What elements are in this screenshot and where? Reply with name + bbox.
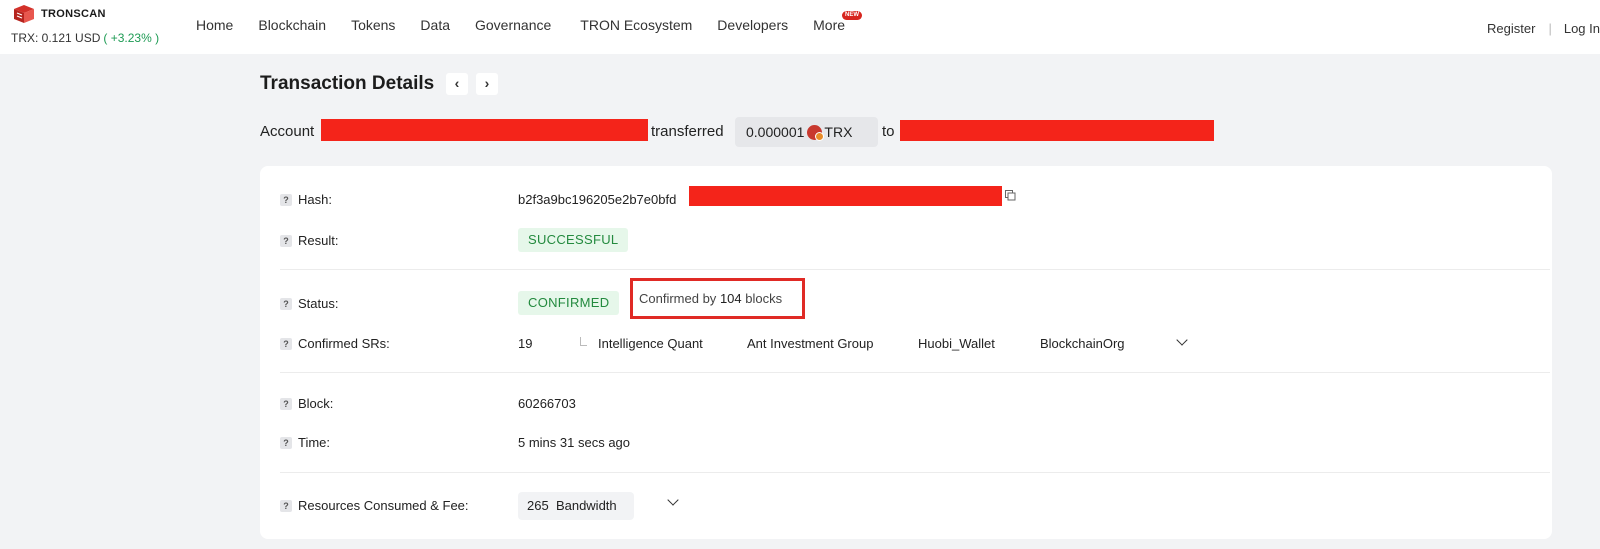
divider xyxy=(280,269,1550,270)
trx-token-icon xyxy=(807,124,825,141)
auth-links: Register | Log In xyxy=(1487,21,1600,36)
hash-value: b2f3a9bc196205e2b7e0bfd xyxy=(518,192,677,207)
trx-price-change: ( +3.23% ) xyxy=(103,31,160,45)
confirmed-srs-row: ? Confirmed SRs: 19 Intelligence Quant A… xyxy=(280,333,1530,355)
help-icon[interactable]: ? xyxy=(280,193,292,206)
nav-home[interactable]: Home xyxy=(196,17,233,33)
sr-item[interactable]: Intelligence Quant xyxy=(598,336,703,351)
block-label-text: Block: xyxy=(298,396,334,411)
help-icon[interactable]: ? xyxy=(280,436,292,449)
account-label: Account xyxy=(260,123,315,140)
next-transaction-button[interactable]: › xyxy=(476,73,498,95)
bandwidth-pill: 265 Bandwidth xyxy=(518,492,634,520)
sr-item[interactable]: Huobi_Wallet xyxy=(918,336,995,351)
resources-label: ? Resources Consumed & Fee: xyxy=(280,498,469,513)
bandwidth-unit: Bandwidth xyxy=(555,498,617,513)
resources-label-text: Resources Consumed & Fee: xyxy=(298,498,469,513)
result-badge: SUCCESSFUL xyxy=(518,228,629,252)
nav-tokens[interactable]: Tokens xyxy=(351,17,395,33)
amount-value: 0.000001 xyxy=(746,124,805,140)
result-label-text: Result: xyxy=(298,233,339,248)
transferred-label: transferred xyxy=(651,123,724,140)
confirmed-srs-label-text: Confirmed SRs: xyxy=(298,336,390,351)
redacted-hash-suffix xyxy=(689,186,1002,206)
amount-pill: 0.000001 TRX xyxy=(735,117,878,147)
transaction-details-card: ? Hash: b2f3a9bc196205e2b7e0bfd ? Result… xyxy=(260,166,1552,539)
confirmed-blocks-count: 104 xyxy=(719,291,742,306)
help-icon[interactable]: ? xyxy=(280,337,292,350)
divider xyxy=(280,372,1550,373)
redacted-recipient-address[interactable] xyxy=(900,120,1214,141)
top-header: TRONSCAN TRX: 0.121 USD( +3.23% ) Home B… xyxy=(0,0,1600,54)
block-value[interactable]: 60266703 xyxy=(518,396,576,411)
status-label-text: Status: xyxy=(298,296,339,311)
time-label: ? Time: xyxy=(280,435,330,450)
copy-icon[interactable] xyxy=(1005,190,1016,201)
result-label: ? Result: xyxy=(280,233,338,248)
help-icon[interactable]: ? xyxy=(280,397,292,410)
sr-item[interactable]: BlockchainOrg xyxy=(1040,336,1125,351)
token-symbol[interactable]: TRX xyxy=(824,124,852,140)
chevron-down-icon[interactable] xyxy=(1176,334,1188,346)
resources-row: ? Resources Consumed & Fee: 265 Bandwidt… xyxy=(280,492,1530,520)
srs-count: 19 xyxy=(518,336,533,351)
time-value: 5 mins 31 secs ago xyxy=(518,435,631,450)
main-nav: Home Blockchain Tokens Data Governance T… xyxy=(196,11,870,33)
confirmed-prefix: Confirmed by xyxy=(639,291,717,306)
nav-tron-ecosystem[interactable]: TRON Ecosystem xyxy=(580,17,692,33)
help-icon[interactable]: ? xyxy=(280,499,292,512)
block-row: ? Block: 60266703 xyxy=(280,393,1530,415)
confirmations-highlight: Confirmed by 104 blocks xyxy=(630,278,805,319)
nav-governance[interactable]: Governance xyxy=(475,17,551,33)
prev-transaction-button[interactable]: ‹ xyxy=(446,73,468,95)
auth-separator: | xyxy=(1548,21,1552,36)
logo-text: TRONSCAN xyxy=(41,8,106,20)
time-row: ? Time: 5 mins 31 secs ago xyxy=(280,432,1530,454)
tree-connector-icon xyxy=(580,337,587,346)
nav-data[interactable]: Data xyxy=(420,17,450,33)
status-label: ? Status: xyxy=(280,296,338,311)
nav-developers[interactable]: Developers xyxy=(717,17,788,33)
new-badge: NEW xyxy=(842,11,863,20)
hash-label: ? Hash: xyxy=(280,192,332,207)
help-icon[interactable]: ? xyxy=(280,297,292,310)
tronscan-logo[interactable]: TRONSCAN xyxy=(12,5,106,23)
divider xyxy=(280,472,1550,473)
login-link[interactable]: Log In xyxy=(1564,21,1600,36)
status-row: ? Status: CONFIRMED xyxy=(280,291,1530,315)
bandwidth-amount: 265 xyxy=(527,498,549,513)
result-row: ? Result: SUCCESSFUL xyxy=(280,228,1530,252)
register-link[interactable]: Register xyxy=(1487,21,1535,36)
time-label-text: Time: xyxy=(298,435,331,450)
to-label: to xyxy=(882,123,895,140)
redacted-sender-address[interactable] xyxy=(321,119,648,141)
nav-blockchain[interactable]: Blockchain xyxy=(258,17,326,33)
hash-label-text: Hash: xyxy=(298,192,332,207)
chevron-down-icon[interactable] xyxy=(667,494,679,506)
page-title: Transaction Details xyxy=(260,73,435,94)
trx-price: TRX: 0.121 USD( +3.23% ) xyxy=(11,31,159,45)
status-badge: CONFIRMED xyxy=(518,291,620,315)
help-icon[interactable]: ? xyxy=(280,234,292,247)
confirmed-srs-label: ? Confirmed SRs: xyxy=(280,336,390,351)
sr-item[interactable]: Ant Investment Group xyxy=(747,336,873,351)
nav-more-label: More xyxy=(813,17,846,33)
nav-more[interactable]: More NEW xyxy=(813,11,863,33)
trx-price-label: TRX: 0.121 USD xyxy=(11,31,101,45)
tronscan-logo-icon xyxy=(14,5,34,23)
confirmed-suffix: blocks xyxy=(745,291,783,306)
block-label: ? Block: xyxy=(280,396,333,411)
